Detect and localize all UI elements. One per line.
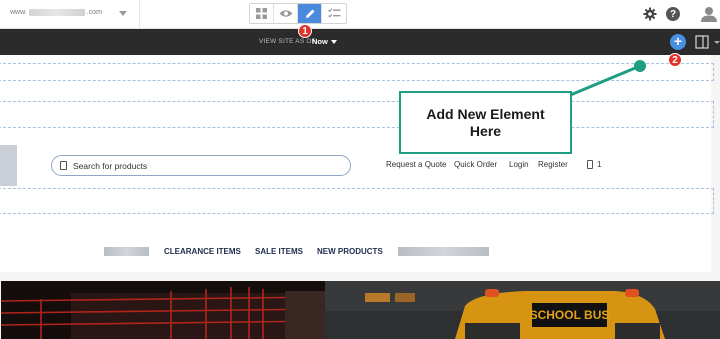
help-label: ? bbox=[669, 8, 677, 20]
drop-zone[interactable] bbox=[0, 101, 714, 128]
divider bbox=[139, 0, 140, 29]
step-badge-1: 1 bbox=[298, 24, 312, 38]
logo-placeholder bbox=[0, 145, 17, 186]
site-url-selector[interactable]: www. .com bbox=[10, 9, 102, 16]
eye-icon bbox=[279, 10, 292, 17]
view-site-label: VIEW SITE AS OF bbox=[259, 38, 316, 45]
add-element-button[interactable]: + bbox=[670, 34, 686, 50]
nav-item-new-products[interactable]: NEW PRODUCTS bbox=[317, 247, 383, 256]
site-url-redacted bbox=[28, 9, 85, 16]
device-layout-icon[interactable] bbox=[695, 35, 709, 49]
link-quick-order[interactable]: Quick Order bbox=[454, 160, 497, 169]
mode-button-tasks[interactable] bbox=[322, 4, 346, 23]
nav-item-redacted[interactable] bbox=[398, 247, 489, 256]
chevron-down-icon[interactable] bbox=[714, 41, 720, 44]
grid-icon bbox=[256, 8, 267, 19]
mode-button-preview[interactable] bbox=[274, 4, 298, 23]
search-icon bbox=[60, 161, 67, 170]
chevron-down-icon bbox=[330, 39, 337, 44]
callout-box: Add New Element Here bbox=[399, 91, 572, 154]
nav-item-sale[interactable]: SALE ITEMS bbox=[255, 247, 303, 256]
cart-count: 1 bbox=[597, 160, 602, 169]
chevron-down-icon[interactable] bbox=[119, 11, 127, 16]
nav-item-clearance[interactable]: CLEARANCE ITEMS bbox=[164, 247, 241, 256]
page: www. .com ? VIEW SITE AS OF Now + Search… bbox=[0, 0, 720, 339]
mode-button-edit[interactable] bbox=[298, 4, 322, 23]
view-date-value: Now bbox=[312, 37, 328, 46]
mode-switcher bbox=[249, 3, 347, 24]
view-site-bar: VIEW SITE AS OF Now bbox=[0, 29, 720, 55]
bus-sign-text: SCHOOL BUS bbox=[530, 308, 610, 322]
nav-item-redacted[interactable] bbox=[104, 247, 149, 256]
site-url-prefix: www. bbox=[10, 9, 27, 16]
hero-image-left bbox=[1, 281, 325, 339]
search-placeholder: Search for products bbox=[73, 160, 148, 171]
link-register[interactable]: Register bbox=[538, 160, 568, 169]
help-icon[interactable]: ? bbox=[666, 7, 680, 21]
link-login[interactable]: Login bbox=[509, 160, 529, 169]
callout-arrow bbox=[567, 60, 646, 98]
school-bus-photo: SCHOOL BUS bbox=[325, 281, 720, 339]
gear-icon[interactable] bbox=[643, 7, 657, 21]
cart-icon[interactable] bbox=[587, 160, 593, 169]
mode-button-grid[interactable] bbox=[250, 4, 274, 23]
checklist-icon bbox=[327, 8, 340, 18]
search-input[interactable]: Search for products bbox=[51, 155, 351, 176]
drop-zone[interactable] bbox=[0, 188, 714, 214]
top-toolbar: www. .com ? bbox=[0, 0, 720, 29]
user-avatar-icon[interactable] bbox=[700, 5, 718, 23]
hero-image-right: SCHOOL BUS bbox=[325, 281, 720, 339]
callout-text: Add New Element Here bbox=[426, 105, 545, 139]
step-badge-2: 2 bbox=[668, 53, 682, 67]
pencil-icon bbox=[305, 9, 314, 18]
plus-icon: + bbox=[673, 33, 683, 49]
view-date-dropdown[interactable]: Now bbox=[312, 37, 337, 46]
link-request-quote[interactable]: Request a Quote bbox=[386, 160, 446, 169]
site-url-suffix: .com bbox=[86, 9, 102, 16]
hero-photo bbox=[1, 281, 325, 339]
